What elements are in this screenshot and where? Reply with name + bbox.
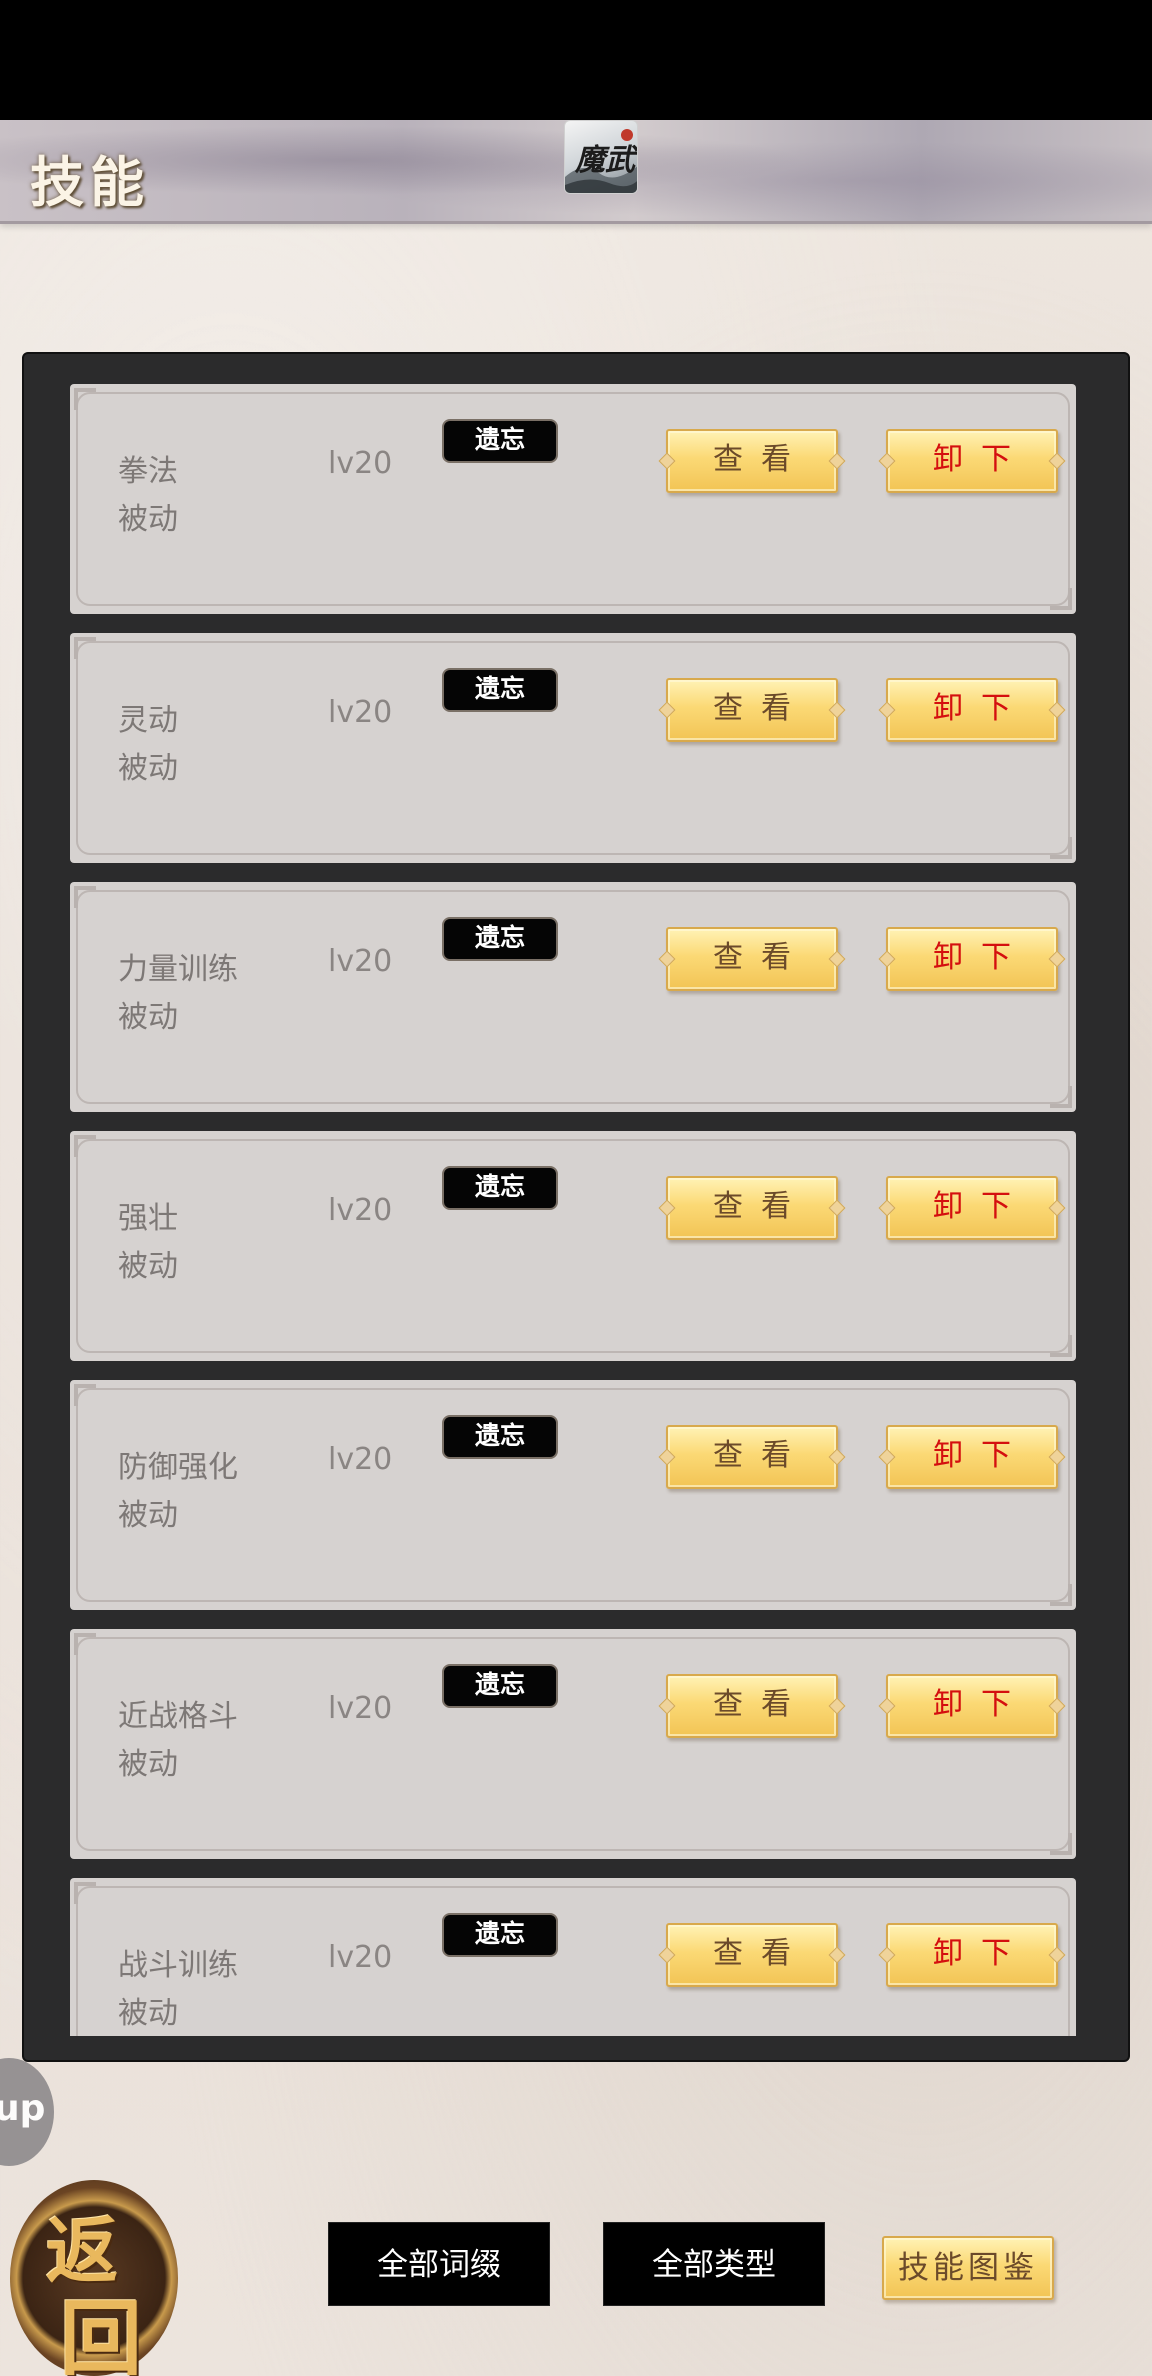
skill-name: 战斗训练 — [118, 1948, 238, 1983]
forget-skill-button[interactable]: 遗忘 — [442, 1664, 558, 1708]
logo-text: 魔武 — [575, 143, 635, 178]
forget-skill-button[interactable]: 遗忘 — [442, 668, 558, 712]
unequip-skill-button[interactable]: 卸下 — [886, 1923, 1058, 1987]
all-affix-filter-button[interactable]: 全部词缀 — [328, 2222, 550, 2306]
skill-level: lv20 — [328, 1691, 393, 1726]
skill-name: 防御强化 — [118, 1450, 238, 1485]
skill-type: 被动 — [118, 1498, 178, 1533]
card-corner-ornament — [74, 1633, 96, 1655]
forget-skill-button[interactable]: 遗忘 — [442, 419, 558, 463]
forget-skill-button[interactable]: 遗忘 — [442, 1415, 558, 1459]
view-skill-button[interactable]: 查看 — [666, 1923, 838, 1987]
card-corner-ornament — [74, 1384, 96, 1406]
game-logo-icon[interactable]: 魔武 — [564, 120, 638, 194]
card-corner-ornament — [1050, 837, 1072, 859]
return-glyph-bottom: 回 — [60, 2291, 143, 2376]
help-button[interactable]: up — [0, 2058, 54, 2166]
skill-card: 近战格斗 被动 lv20 遗忘 查看 卸下 — [70, 1629, 1076, 1859]
forget-skill-button[interactable]: 遗忘 — [442, 1166, 558, 1210]
skill-level: lv20 — [328, 1940, 393, 1975]
status-bar — [0, 0, 1152, 120]
view-skill-button[interactable]: 查看 — [666, 1425, 838, 1489]
card-corner-ornament — [1050, 1335, 1072, 1357]
card-corner-ornament — [74, 1882, 96, 1904]
skill-card: 拳法 被动 lv20 遗忘 查看 卸下 — [70, 384, 1076, 614]
view-skill-button[interactable]: 查看 — [666, 678, 838, 742]
skill-name: 灵动 — [118, 703, 178, 738]
view-skill-button[interactable]: 查看 — [666, 927, 838, 991]
skill-level: lv20 — [328, 1442, 393, 1477]
skill-type: 被动 — [118, 1996, 178, 2031]
unequip-skill-button[interactable]: 卸下 — [886, 678, 1058, 742]
skill-type: 被动 — [118, 751, 178, 786]
return-button[interactable]: 返 回 — [10, 2180, 180, 2376]
skill-card: 力量训练 被动 lv20 遗忘 查看 卸下 — [70, 882, 1076, 1112]
skill-card: 灵动 被动 lv20 遗忘 查看 卸下 — [70, 633, 1076, 863]
view-skill-button[interactable]: 查看 — [666, 1674, 838, 1738]
unequip-skill-button[interactable]: 卸下 — [886, 1425, 1058, 1489]
all-type-filter-button[interactable]: 全部类型 — [603, 2222, 825, 2306]
card-corner-ornament — [1050, 1086, 1072, 1108]
skill-card: 防御强化 被动 lv20 遗忘 查看 卸下 — [70, 1380, 1076, 1610]
skill-type: 被动 — [118, 1249, 178, 1284]
skill-level: lv20 — [328, 446, 393, 481]
unequip-skill-button[interactable]: 卸下 — [886, 1176, 1058, 1240]
skill-level: lv20 — [328, 1193, 393, 1228]
forget-skill-button[interactable]: 遗忘 — [442, 1913, 558, 1957]
skill-list[interactable]: 拳法 被动 lv20 遗忘 查看 卸下 灵动 被动 lv20 遗忘 查看 卸下 … — [70, 384, 1076, 2036]
card-corner-ornament — [74, 1135, 96, 1157]
skill-name: 拳法 — [118, 454, 178, 489]
card-corner-ornament — [1050, 588, 1072, 610]
unequip-skill-button[interactable]: 卸下 — [886, 927, 1058, 991]
skill-name: 强壮 — [118, 1201, 178, 1236]
skill-level: lv20 — [328, 695, 393, 730]
skill-type: 被动 — [118, 502, 178, 537]
card-corner-ornament — [74, 388, 96, 410]
header-bar: 技能 魔武 — [0, 120, 1152, 224]
skill-name: 力量训练 — [118, 952, 238, 987]
skill-card: 战斗训练 被动 lv20 遗忘 查看 卸下 — [70, 1878, 1076, 2036]
skill-list-panel: 拳法 被动 lv20 遗忘 查看 卸下 灵动 被动 lv20 遗忘 查看 卸下 … — [22, 352, 1130, 2062]
view-skill-button[interactable]: 查看 — [666, 429, 838, 493]
unequip-skill-button[interactable]: 卸下 — [886, 429, 1058, 493]
help-label: up — [0, 2088, 46, 2129]
skill-type: 被动 — [118, 1000, 178, 1035]
skill-codex-button[interactable]: 技能图鉴 — [882, 2236, 1054, 2300]
card-corner-ornament — [1050, 1584, 1072, 1606]
skill-name: 近战格斗 — [118, 1699, 238, 1734]
skill-type: 被动 — [118, 1747, 178, 1782]
view-skill-button[interactable]: 查看 — [666, 1176, 838, 1240]
unequip-skill-button[interactable]: 卸下 — [886, 1674, 1058, 1738]
card-corner-ornament — [1050, 1833, 1072, 1855]
skill-level: lv20 — [328, 944, 393, 979]
page-title: 技能 — [30, 150, 150, 214]
card-corner-ornament — [74, 637, 96, 659]
forget-skill-button[interactable]: 遗忘 — [442, 917, 558, 961]
card-corner-ornament — [74, 886, 96, 908]
skill-card: 强壮 被动 lv20 遗忘 查看 卸下 — [70, 1131, 1076, 1361]
